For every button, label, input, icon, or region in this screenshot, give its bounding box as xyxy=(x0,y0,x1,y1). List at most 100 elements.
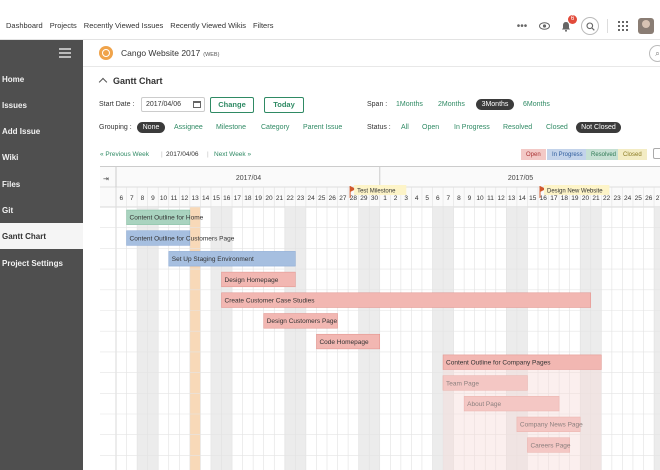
sidebar: Home Issues Add Issue Wiki Files Git Gan… xyxy=(0,40,83,470)
day-label: 2 xyxy=(394,195,398,202)
month-label: 2017/04 xyxy=(236,175,261,182)
more-icon[interactable]: ••• xyxy=(515,19,529,33)
weekend-column xyxy=(147,207,159,470)
sidebar-item-files[interactable]: Files xyxy=(0,171,83,197)
notification-bell-icon[interactable]: 6 xyxy=(559,15,577,33)
nav-projects[interactable]: Projects xyxy=(50,21,77,30)
grouping-label: Grouping : xyxy=(99,124,132,131)
user-avatar[interactable] xyxy=(638,18,654,34)
day-label: 28 xyxy=(350,195,358,202)
day-label: 13 xyxy=(508,195,516,202)
span-option-6months[interactable]: 6Months xyxy=(523,101,550,108)
grouping-option-milestone[interactable]: Milestone xyxy=(216,124,246,131)
span-option-3months[interactable]: 3Months xyxy=(476,99,514,110)
nav-recently-viewed-issues[interactable]: Recently Viewed Issues xyxy=(84,21,164,30)
day-label: 22 xyxy=(603,195,611,202)
nav-dashboard[interactable]: Dashboard xyxy=(6,21,43,30)
span-option-1months[interactable]: 1Months xyxy=(396,101,423,108)
day-label: 19 xyxy=(571,195,579,202)
grouping-option-parent-issue[interactable]: Parent Issue xyxy=(303,124,342,131)
nav-recently-viewed-wikis[interactable]: Recently Viewed Wikis xyxy=(170,21,246,30)
sidebar-item-gantt-chart[interactable]: Gantt Chart xyxy=(0,223,83,249)
today-button[interactable]: Today xyxy=(264,97,304,113)
change-button[interactable]: Change xyxy=(210,97,254,113)
day-label: 4 xyxy=(415,195,419,202)
grouping-option-none[interactable]: None xyxy=(137,122,165,133)
sidebar-item-label: Wiki xyxy=(2,152,19,162)
apps-grid-icon[interactable] xyxy=(616,19,630,33)
sidebar-item-label: Issues xyxy=(2,100,27,110)
nav-filters[interactable]: Filters xyxy=(253,21,273,30)
day-label: 14 xyxy=(519,195,527,202)
day-label: 15 xyxy=(529,195,537,202)
main-content: Cango Website 2017 (WEB) ⌕ Gantt Chart St… xyxy=(83,40,660,470)
span-option-2months[interactable]: 2Months xyxy=(438,101,465,108)
day-label: 1 xyxy=(383,195,387,202)
weekend-column xyxy=(295,207,306,470)
legend-in-progress: In Progress xyxy=(547,149,588,160)
status-option-closed[interactable]: Closed xyxy=(546,124,568,131)
day-label: 25 xyxy=(635,195,643,202)
project-search-icon[interactable]: ⌕ xyxy=(649,45,660,62)
day-label: 12 xyxy=(497,195,505,202)
task-label: Code Homepage xyxy=(319,339,369,346)
hamburger-menu-icon[interactable] xyxy=(59,48,71,60)
sidebar-item-label: Files xyxy=(2,179,21,189)
day-label: 17 xyxy=(550,195,558,202)
expand-arrow-icon: ⇥ xyxy=(103,176,109,183)
page-title[interactable]: Gantt Chart xyxy=(98,76,163,87)
status-option-all[interactable]: All xyxy=(401,124,409,131)
day-label: 29 xyxy=(360,195,368,202)
day-label: 26 xyxy=(645,195,653,202)
sidebar-item-label: Add Issue xyxy=(2,126,41,136)
sidebar-item-issues[interactable]: Issues xyxy=(0,92,83,118)
next-week-link[interactable]: Next Week » xyxy=(214,151,251,158)
project-title[interactable]: Cango Website 2017 (WEB) xyxy=(121,48,219,58)
previous-week-link[interactable]: « Previous Week xyxy=(100,151,149,158)
status-option-in-progress[interactable]: In Progress xyxy=(454,124,490,131)
task-label: Create Customer Case Studies xyxy=(225,297,316,304)
gantt-chart-svg: ⇥ 2017/04 2017/056 7 8 9 10 11 12 13 14 15 16 17 18 19 2… xyxy=(100,167,660,470)
sidebar-item-home[interactable]: Home xyxy=(0,66,83,92)
sidebar-item-git[interactable]: Git xyxy=(0,197,83,223)
task-label: Design Homepage xyxy=(225,277,279,284)
day-label: 7 xyxy=(447,195,451,202)
sidebar-item-project-settings[interactable]: Project Settings xyxy=(0,250,83,276)
divider: | xyxy=(207,151,209,158)
day-label: 23 xyxy=(297,195,305,202)
sidebar-item-add-issue[interactable]: Add Issue xyxy=(0,118,83,144)
day-label: 26 xyxy=(329,195,337,202)
task-label: Content Outline for Home xyxy=(130,215,204,222)
sidebar-item-label: Gantt Chart xyxy=(2,231,46,241)
divider xyxy=(607,19,608,33)
day-label: 8 xyxy=(457,195,461,202)
legend-open: Open xyxy=(521,149,546,160)
status-option-open[interactable]: Open xyxy=(422,124,439,131)
status-option-not-closed[interactable]: Not Closed xyxy=(576,122,621,133)
day-label: 22 xyxy=(286,195,294,202)
calendar-icon[interactable] xyxy=(193,101,201,108)
chevron-up-icon[interactable] xyxy=(98,77,108,87)
view-toggle-icon[interactable] xyxy=(653,148,660,159)
project-name: Cango Website 2017 xyxy=(121,48,201,58)
day-label: 21 xyxy=(276,195,284,202)
top-nav: Dashboard Projects Recently Viewed Issue… xyxy=(0,12,660,40)
day-label: 13 xyxy=(192,195,200,202)
day-label: 16 xyxy=(223,195,231,202)
status-option-resolved[interactable]: Resolved xyxy=(503,124,532,131)
watch-icon[interactable] xyxy=(537,19,551,33)
grouping-option-assignee[interactable]: Assignee xyxy=(174,124,203,131)
milestone-label: Test Milestone xyxy=(357,189,396,195)
span-label: Span : xyxy=(367,101,388,108)
current-date: 2017/04/06 xyxy=(166,151,199,158)
day-label: 5 xyxy=(425,195,429,202)
day-label: 7 xyxy=(130,195,134,202)
sidebar-item-wiki[interactable]: Wiki xyxy=(0,144,83,170)
task-label: Set Up Staging Environment xyxy=(172,256,254,263)
grouping-option-category[interactable]: Category xyxy=(261,124,289,131)
project-key: (WEB) xyxy=(203,52,220,58)
notification-count: 6 xyxy=(568,15,577,24)
day-label: 10 xyxy=(476,195,484,202)
search-icon[interactable] xyxy=(581,17,599,35)
start-date-input[interactable]: 2017/04/06 xyxy=(141,97,205,112)
